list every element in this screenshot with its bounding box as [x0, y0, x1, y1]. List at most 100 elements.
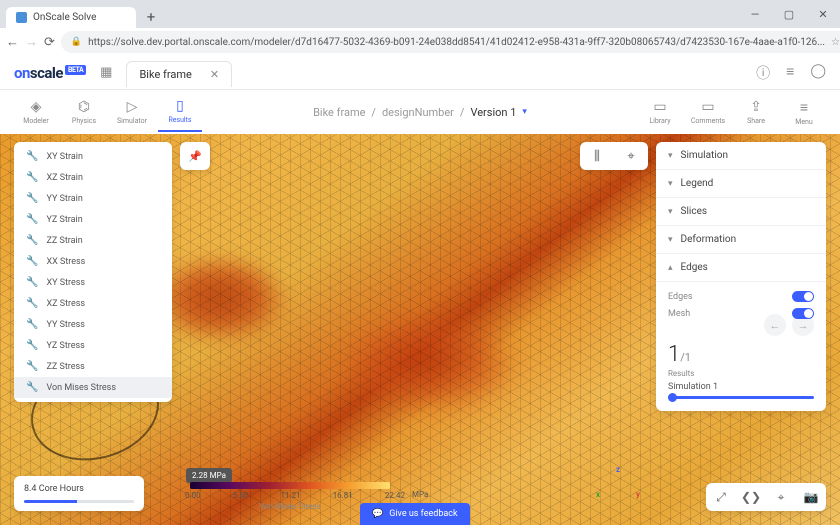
- browser-tabbar: OnScale Solve + — ▢ ✕: [0, 0, 840, 28]
- legend-tick: 22.42: [385, 491, 405, 500]
- library-icon: ▭: [653, 99, 666, 115]
- nav-reload[interactable]: ⟳: [44, 31, 55, 53]
- window-minimize[interactable]: —: [738, 0, 772, 28]
- user-icon[interactable]: ◯: [810, 63, 826, 83]
- atom-icon: ⌬: [78, 99, 90, 115]
- result-item[interactable]: 🔧XY Stress: [14, 272, 172, 293]
- code-icon[interactable]: ❮❯: [736, 483, 766, 511]
- result-item[interactable]: 🔧XZ Strain: [14, 167, 172, 188]
- wrench-icon: 🔧: [26, 193, 38, 204]
- address-bar-row: ← → ⟳ 🔒 https://solve.dev.portal.onscale…: [0, 28, 840, 56]
- result-item[interactable]: 🔧ZZ Stress: [14, 356, 172, 377]
- view-controls: ⫼ ⌖: [580, 142, 648, 170]
- wrench-icon: 🔧: [26, 235, 38, 246]
- result-item[interactable]: 🔧YZ Strain: [14, 209, 172, 230]
- result-item[interactable]: 🔧YY Stress: [14, 314, 172, 335]
- wrench-icon: 🔧: [26, 214, 38, 225]
- address-bar[interactable]: 🔒 https://solve.dev.portal.onscale.com/m…: [61, 31, 840, 53]
- result-item[interactable]: 🔧XZ Stress: [14, 293, 172, 314]
- breadcrumb-project[interactable]: Bike frame: [313, 106, 365, 119]
- legend-gradient[interactable]: [190, 482, 390, 489]
- result-item[interactable]: 🔧Von Mises Stress: [14, 377, 172, 398]
- share-icon: ⇪: [750, 99, 762, 115]
- menu-button[interactable]: ≡Menu: [782, 92, 826, 132]
- viewport-tools: ⤢ ❮❯ ⌖ 📷: [706, 483, 826, 511]
- legend-tick: 0.00: [185, 491, 201, 500]
- wrench-icon: 🔧: [26, 277, 38, 288]
- legend-tick: 11.21: [280, 491, 300, 500]
- breadcrumb-design[interactable]: designNumber: [382, 106, 454, 119]
- nav-back[interactable]: ←: [6, 31, 19, 53]
- tab-physics[interactable]: ⌬Physics: [62, 92, 106, 132]
- project-tab[interactable]: Bike frame ✕: [126, 61, 232, 87]
- legend-tooltip: 2.28 MPa: [186, 468, 232, 483]
- app-logo[interactable]: onscaleBETA: [14, 64, 86, 82]
- legend-unit: MPa: [412, 490, 428, 499]
- nav-forward[interactable]: →: [25, 31, 38, 53]
- legend-tick: 5.60: [233, 491, 249, 500]
- chart-icon[interactable]: ⫼: [580, 142, 614, 170]
- result-slider[interactable]: Simulation 1: [668, 396, 814, 399]
- comments-icon: ▭: [701, 99, 714, 115]
- result-item[interactable]: 🔧XX Stress: [14, 251, 172, 272]
- cube-icon: ◈: [31, 99, 42, 115]
- chat-icon: 💬: [372, 509, 383, 519]
- wrench-icon: 🔧: [26, 151, 38, 162]
- result-item[interactable]: 🔧ZZ Strain: [14, 230, 172, 251]
- section-legend[interactable]: ▾Legend: [656, 170, 826, 198]
- project-tab-label: Bike frame: [139, 68, 191, 81]
- camera-icon[interactable]: 📷: [796, 483, 826, 511]
- browser-tab[interactable]: OnScale Solve: [6, 7, 136, 28]
- play-icon: ▷: [127, 99, 138, 115]
- section-simulation[interactable]: ▾Simulation: [656, 142, 826, 170]
- tab-modeler[interactable]: ◈Modeler: [14, 92, 58, 132]
- section-slices[interactable]: ▾Slices: [656, 198, 826, 226]
- expand-icon[interactable]: ⤢: [706, 483, 736, 511]
- settings-icon[interactable]: ≡: [786, 63, 794, 83]
- app-grid-icon[interactable]: ▦: [100, 65, 112, 80]
- menu-icon: ≡: [800, 99, 808, 116]
- star-icon[interactable]: ☆: [831, 37, 840, 48]
- toggle-mesh[interactable]: [792, 308, 814, 319]
- app-header: onscaleBETA ▦ Bike frame ✕ ⓘ ≡ ◯: [0, 56, 840, 90]
- wrench-icon: 🔧: [26, 382, 38, 393]
- tab-results[interactable]: ▯Results: [158, 92, 202, 132]
- results-list-panel: 🔧XY Strain🔧XZ Strain🔧YY Strain🔧YZ Strain…: [14, 142, 172, 402]
- wrench-icon: 🔧: [26, 319, 38, 330]
- section-deformation[interactable]: ▾Deformation: [656, 226, 826, 254]
- chevron-down-icon[interactable]: ▾: [522, 107, 527, 117]
- pin-button[interactable]: 📌: [180, 142, 210, 170]
- library-button[interactable]: ▭Library: [638, 92, 682, 132]
- section-edges[interactable]: ▴Edges: [656, 254, 826, 282]
- help-icon[interactable]: ⓘ: [756, 63, 770, 83]
- toggle-edges[interactable]: [792, 291, 814, 302]
- favicon: [16, 12, 27, 23]
- result-item[interactable]: 🔧XY Strain: [14, 146, 172, 167]
- target-icon[interactable]: ⌖: [766, 483, 796, 511]
- result-item[interactable]: 🔧YZ Stress: [14, 335, 172, 356]
- core-hours-widget[interactable]: 8.4 Core Hours: [14, 476, 144, 511]
- properties-panel: ▾Simulation ▾Legend ▾Slices ▾Deformation…: [656, 142, 826, 411]
- result-item[interactable]: 🔧YY Strain: [14, 188, 172, 209]
- wrench-icon: 🔧: [26, 340, 38, 351]
- share-button[interactable]: ⇪Share: [734, 92, 778, 132]
- tab-title: OnScale Solve: [33, 12, 96, 23]
- lock-icon: 🔒: [71, 37, 82, 47]
- breadcrumb: Bike frame/ designNumber/ Version 1 ▾: [313, 106, 527, 119]
- tab-simulator[interactable]: ▷Simulator: [110, 92, 154, 132]
- window-close[interactable]: ✕: [806, 0, 840, 28]
- wrench-icon: 🔧: [26, 361, 38, 372]
- focus-icon[interactable]: ⌖: [614, 142, 648, 170]
- comments-button[interactable]: ▭Comments: [686, 92, 730, 132]
- window-maximize[interactable]: ▢: [772, 0, 806, 28]
- new-tab-button[interactable]: +: [140, 6, 162, 28]
- results-nav: 1/1 ←→ Results: [656, 332, 826, 388]
- axes-gizmo[interactable]: z y x: [596, 465, 640, 509]
- results-icon: ▯: [176, 98, 184, 114]
- breadcrumb-version[interactable]: Version 1: [470, 106, 516, 119]
- prev-result[interactable]: ←: [764, 314, 786, 336]
- wrench-icon: 🔧: [26, 298, 38, 309]
- app-toolbar: ◈Modeler ⌬Physics ▷Simulator ▯Results Bi…: [0, 90, 840, 134]
- close-tab-icon[interactable]: ✕: [210, 68, 219, 81]
- feedback-button[interactable]: 💬 Give us feedback: [360, 503, 470, 525]
